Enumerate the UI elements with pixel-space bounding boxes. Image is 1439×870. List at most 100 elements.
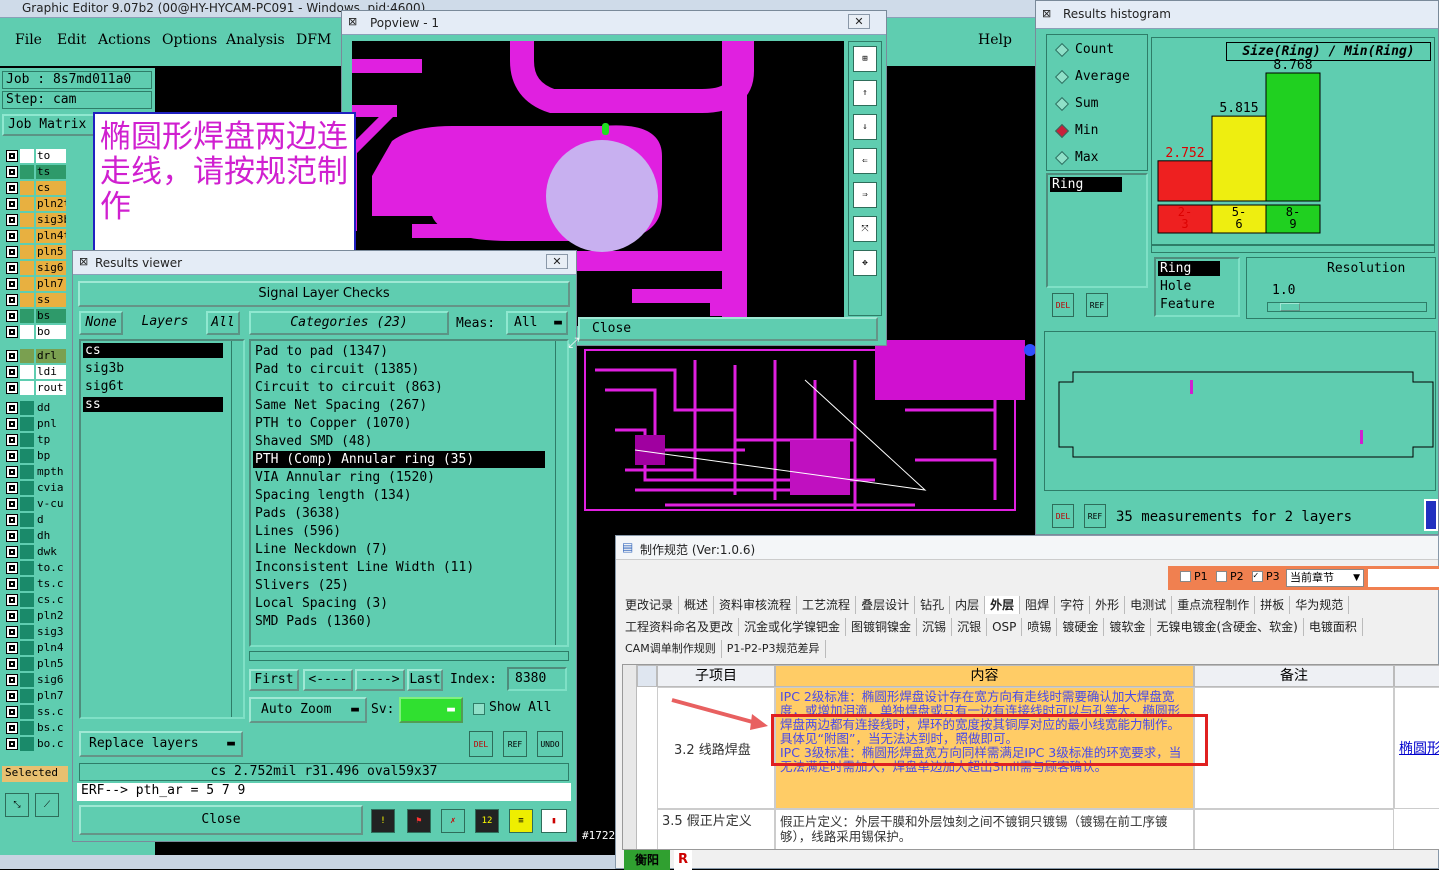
spec-tab[interactable]: 概述 <box>679 596 715 614</box>
layer-checkbox[interactable] <box>6 365 18 378</box>
layer-checkbox[interactable] <box>6 229 18 242</box>
layer-row[interactable]: pln7 <box>6 276 68 291</box>
spec-tab[interactable]: 外层 <box>985 596 1021 614</box>
measure-tool-icon[interactable]: ⟋ <box>35 793 59 817</box>
layer-row[interactable]: ts <box>6 164 68 179</box>
layer-row[interactable]: ss.c <box>6 704 68 719</box>
layer-checkbox[interactable] <box>6 657 18 670</box>
category-item[interactable]: Lines (596) <box>253 523 545 540</box>
layer-checkbox[interactable] <box>6 577 18 590</box>
pan-left-icon[interactable]: ⇐ <box>853 148 877 174</box>
layer-checkbox[interactable] <box>6 417 18 430</box>
last-button[interactable]: Last <box>407 669 443 691</box>
menu-options[interactable]: Options <box>162 32 217 48</box>
fit-icon[interactable]: ⤧ <box>853 216 877 242</box>
category-item[interactable]: Circuit to circuit (863) <box>253 379 545 396</box>
histogram-scrollbar[interactable] <box>1151 245 1435 253</box>
rv-layer-item[interactable]: cs <box>83 343 223 358</box>
layer-checkbox[interactable] <box>6 609 18 622</box>
layer-row[interactable]: bo.c <box>6 736 68 751</box>
close-icon[interactable]: ✕ <box>546 254 568 269</box>
spec-tab[interactable]: 华为规范 <box>1290 596 1350 614</box>
layer-checkbox[interactable] <box>6 165 18 178</box>
spec-tab[interactable]: 无镍电镀金(含硬金、软金) <box>1151 618 1304 636</box>
layer-row[interactable]: bs.c <box>6 720 68 735</box>
layer-checkbox[interactable] <box>6 293 18 306</box>
category-item[interactable]: Pad to circuit (1385) <box>253 361 545 378</box>
layer-checkbox[interactable] <box>6 433 18 446</box>
ref-button[interactable]: REF <box>503 731 527 757</box>
layer-row[interactable]: bp <box>6 448 68 463</box>
category-hscrollbar[interactable] <box>249 651 569 661</box>
rv-layer-item[interactable]: ss <box>83 397 223 412</box>
layer-row[interactable]: cs <box>6 180 68 195</box>
menu-dfm[interactable]: DFM <box>296 32 331 48</box>
layer-list-scrollbar[interactable] <box>231 341 243 717</box>
category-item[interactable]: VIA Annular ring (1520) <box>253 469 545 486</box>
spec-tab[interactable]: 资料审核流程 <box>714 596 798 614</box>
count-radio[interactable]: Count <box>1054 42 1114 57</box>
layer-row[interactable]: sig3b <box>6 212 68 227</box>
sum-radio[interactable]: Sum <box>1054 96 1098 111</box>
auto-zoom-select[interactable]: Auto Zoom ▬ <box>249 697 367 723</box>
preview-ref-button[interactable]: REF <box>1084 504 1106 528</box>
layer-row[interactable]: to.c <box>6 560 68 575</box>
menu-edit[interactable]: Edit <box>57 32 86 48</box>
category-item[interactable]: Pad to pad (1347) <box>253 343 545 360</box>
category-item[interactable]: Line Neckdown (7) <box>253 541 545 558</box>
preview-del-button[interactable]: DEL <box>1052 504 1074 528</box>
layer-row[interactable]: dd <box>6 400 68 415</box>
layer-row[interactable]: d <box>6 512 68 527</box>
layer-checkbox[interactable] <box>6 737 18 750</box>
layer-row[interactable]: sig3 <box>6 624 68 639</box>
del-button[interactable]: DEL <box>469 731 493 757</box>
spec-tab[interactable]: 工艺流程 <box>797 596 857 614</box>
pan-up-icon[interactable]: ⇑ <box>853 80 877 106</box>
spec-tab[interactable]: CAM调单制作规则 <box>620 640 722 658</box>
spec-tab[interactable]: 图镀铜镍金 <box>846 618 918 636</box>
layer-row[interactable]: drl <box>6 348 68 363</box>
layer-checkbox[interactable] <box>6 497 18 510</box>
layer-list-box[interactable]: cs sig3b sig6t ss <box>79 339 245 719</box>
measure-type-list[interactable]: Ring Hole Feature <box>1154 257 1240 317</box>
hist-ref-button[interactable]: REF <box>1086 293 1108 317</box>
type-item-feature[interactable]: Feature <box>1160 297 1215 312</box>
layer-row[interactable]: to <box>6 148 68 163</box>
zoom-tool-icon[interactable]: ⤡ <box>5 793 29 817</box>
prev-button[interactable]: <---- <box>303 669 353 691</box>
layer-checkbox[interactable] <box>6 545 18 558</box>
category-item[interactable]: Spacing length (134) <box>253 487 545 504</box>
category-item[interactable]: Inconsistent Line Width (11) <box>253 559 545 576</box>
spec-tab[interactable]: 工程资料命名及更改 <box>620 618 740 636</box>
spec-tab[interactable]: 电测试 <box>1125 596 1173 614</box>
first-button[interactable]: First <box>249 669 299 691</box>
pan-right-icon[interactable]: ⇒ <box>853 182 877 208</box>
sv-color-select[interactable]: ▬ <box>399 697 463 723</box>
p1-checkbox[interactable] <box>1180 571 1191 582</box>
histogram-bar[interactable] <box>1265 72 1321 202</box>
spec-tab[interactable]: 镀硬金 <box>1057 618 1105 636</box>
layer-checkbox[interactable] <box>6 181 18 194</box>
min-radio[interactable]: Min <box>1054 123 1098 138</box>
layer-row[interactable]: bs <box>6 308 68 323</box>
results-close-button[interactable]: Close <box>79 805 363 835</box>
layer-checkbox[interactable] <box>6 245 18 258</box>
undo-button[interactable]: UNDO <box>537 731 563 757</box>
layer-row[interactable]: mpth <box>6 464 68 479</box>
spec-tab[interactable]: 字符 <box>1055 596 1091 614</box>
layer-checkbox[interactable] <box>6 381 18 394</box>
category-item[interactable]: SMD Pads (1360) <box>253 613 545 630</box>
spec-tab[interactable]: 喷锡 <box>1022 618 1058 636</box>
histogram-bar[interactable] <box>1157 160 1213 202</box>
spec-tab[interactable]: 内层 <box>950 596 986 614</box>
histogram-icon[interactable]: ▮ <box>541 809 567 833</box>
category-item[interactable]: Shaved SMD (48) <box>253 433 545 450</box>
layer-row[interactable]: pln5 <box>6 656 68 671</box>
type-item-hole[interactable]: Hole <box>1160 279 1191 294</box>
category-item[interactable]: Slivers (25) <box>253 577 545 594</box>
error-icon[interactable]: ⚑ <box>407 809 431 833</box>
hist-del-button[interactable]: DEL <box>1052 293 1074 317</box>
layer-checkbox[interactable] <box>6 197 18 210</box>
spec-tab[interactable]: 叠层设计 <box>856 596 916 614</box>
p2-checkbox[interactable] <box>1216 571 1227 582</box>
